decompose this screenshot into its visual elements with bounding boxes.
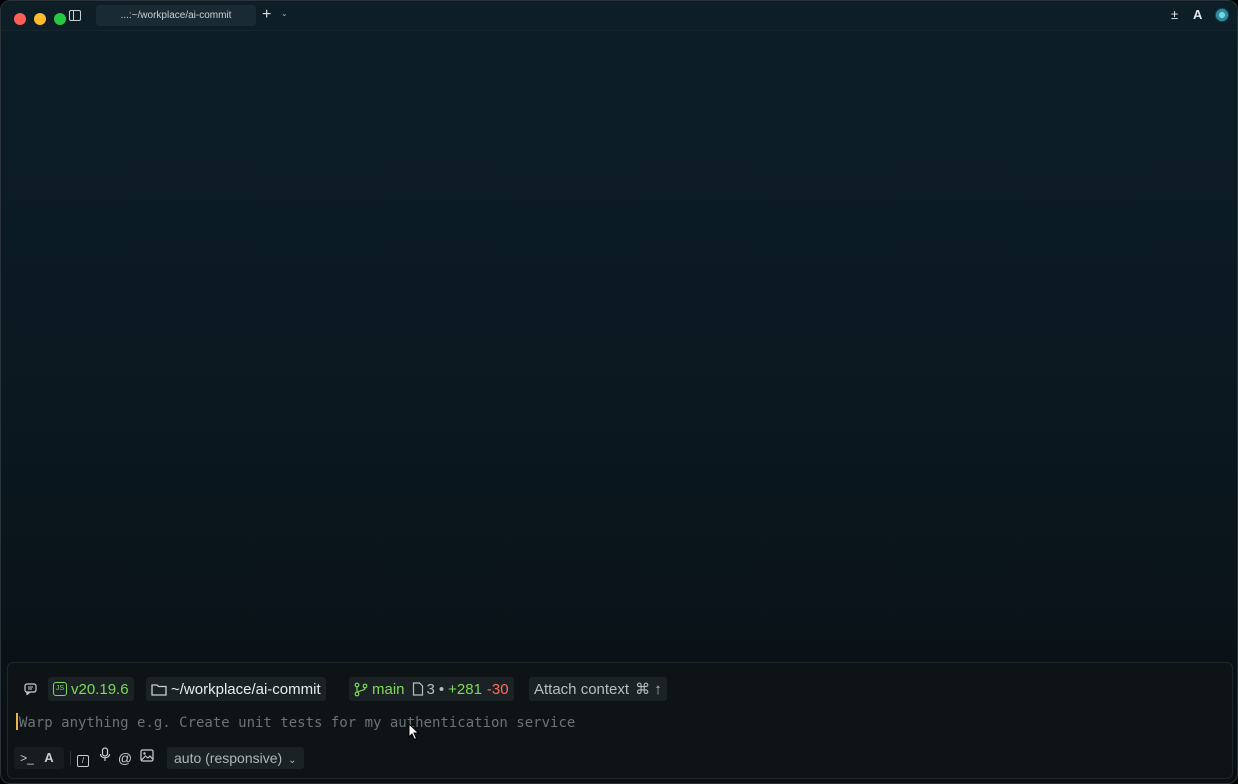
prompt-input[interactable]: Warp anything e.g. Create unit tests for… — [16, 713, 1216, 733]
attach-context-label: Attach context — [534, 680, 630, 698]
image-attach-icon[interactable] — [138, 747, 156, 769]
image-glyph — [140, 749, 154, 762]
new-tab-plus-icon[interactable]: + — [262, 6, 271, 24]
toolbar-divider — [70, 751, 71, 765]
slash-box: / — [77, 755, 89, 767]
model-selector-value: auto (responsive) — [174, 750, 283, 766]
bullet-separator: • — [438, 680, 445, 698]
warp-terminal-window: ...:~/workplace/ai-commit + ⌄ ± A JS v20… — [0, 0, 1238, 784]
tab-ai-commit[interactable]: ...:~/workplace/ai-commit — [96, 5, 256, 26]
context-chips-row: JS v20.19.6 ~/workplace/ai-commit main 3… — [8, 677, 1232, 701]
prompt-placeholder: Warp anything e.g. Create unit tests for… — [19, 715, 576, 731]
mention-at-icon[interactable]: @ — [116, 747, 134, 769]
deletions-count: -30 — [486, 680, 509, 698]
directory-chip[interactable]: ~/workplace/ai-commit — [146, 677, 326, 701]
git-status-chip[interactable]: main 3 • +281 -30 — [349, 677, 514, 701]
file-icon — [412, 682, 423, 696]
conversation-icon[interactable] — [18, 677, 42, 701]
mouse-pointer-icon — [408, 723, 420, 741]
plus-minus-icon[interactable]: ± — [1171, 8, 1178, 22]
minimize-window-button[interactable] — [34, 13, 46, 25]
attach-context-button[interactable]: Attach context ⌘ ↑ — [529, 677, 667, 701]
tab-dropdown-chevron-icon[interactable]: ⌄ — [281, 9, 288, 18]
title-bar: ...:~/workplace/ai-commit + ⌄ ± A — [1, 1, 1237, 31]
mic-glyph — [99, 747, 111, 761]
terminal-mode-icon[interactable]: >_ — [18, 747, 36, 769]
directory-label: ~/workplace/ai-commit — [171, 680, 321, 698]
agent-icon[interactable]: A — [1193, 8, 1202, 22]
microphone-icon[interactable] — [96, 747, 114, 769]
git-branch-label: main — [372, 680, 405, 698]
model-selector-dropdown[interactable]: auto (responsive) ⌄ — [167, 747, 304, 769]
node-version-chip[interactable]: JS v20.19.6 — [48, 677, 134, 701]
chat-bubble-icon — [23, 683, 37, 695]
agent-input-panel: JS v20.19.6 ~/workplace/ai-commit main 3… — [7, 662, 1233, 779]
files-changed-count: 3 — [426, 680, 435, 698]
folder-icon — [151, 683, 167, 696]
node-version-label: v20.19.6 — [71, 680, 129, 698]
close-window-button[interactable] — [14, 13, 26, 25]
avatar-icon[interactable] — [1215, 8, 1229, 22]
git-branch-icon — [354, 682, 368, 696]
attach-context-shortcut: ⌘ ↑ — [635, 681, 662, 698]
chevron-down-icon: ⌄ — [288, 755, 297, 766]
nodejs-icon: JS — [53, 682, 67, 696]
sidebar-toggle-icon[interactable] — [69, 10, 81, 21]
agent-mode-icon[interactable]: A — [40, 747, 58, 769]
additions-count: +281 — [448, 680, 482, 698]
text-caret — [16, 713, 18, 730]
zoom-window-button[interactable] — [54, 13, 66, 25]
slash-command-icon[interactable]: / — [74, 747, 92, 769]
input-toolbar: >_ A / @ auto (responsive) ⌄ — [8, 747, 1232, 769]
